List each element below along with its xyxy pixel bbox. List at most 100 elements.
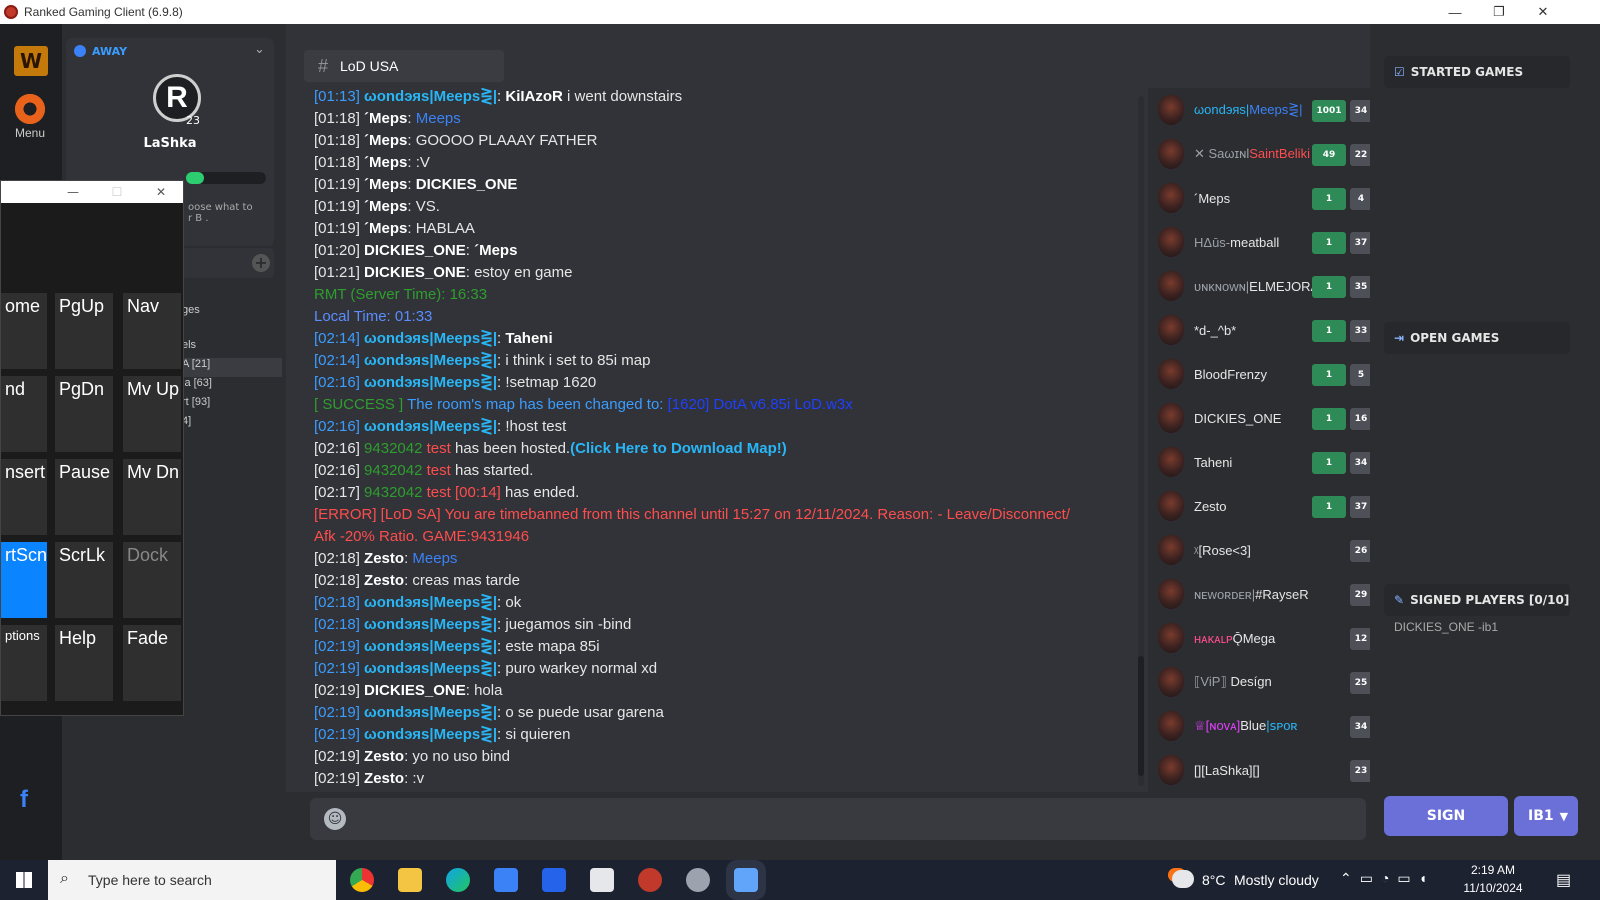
osk-maximize-button[interactable]: ☐: [95, 185, 139, 199]
chat-segment: ωondэяs|Meeps⋛|: [364, 638, 498, 655]
warcraft-icon[interactable]: [686, 868, 710, 892]
mail-icon[interactable]: [542, 868, 566, 892]
chat-segment: The room's map has been changed to:: [407, 396, 668, 413]
user-row[interactable]: *d-_^b* 1 33: [1152, 308, 1370, 352]
scrollbar-thumb[interactable]: [1138, 656, 1144, 776]
region-select[interactable]: IB1 ▼: [1514, 796, 1578, 836]
weather-text[interactable]: Mostly cloudy: [1234, 872, 1319, 888]
osk-key[interactable]: Fade: [123, 625, 181, 701]
menu-label[interactable]: Menu: [0, 126, 60, 140]
warcraft-logo-icon[interactable]: W: [14, 46, 48, 76]
osk-key[interactable]: Help: [55, 625, 113, 701]
sidebar-item[interactable]: A [21]: [182, 358, 282, 377]
user-row[interactable]: ✕ SaωɪɴlSaintBeliki 49 22: [1152, 132, 1370, 176]
osk-key[interactable]: Dock: [123, 542, 181, 618]
user-name-part: DICKIES_ONE: [1194, 410, 1282, 426]
windows-start-icon[interactable]: [16, 872, 32, 888]
window-titlebar: Ranked Gaming Client (6.9.8) — ❐ ✕: [0, 0, 1600, 24]
osk-key[interactable]: PgUp: [55, 293, 113, 369]
signed-players-header[interactable]: ✎ SIGNED PLAYERS [0/10]: [1384, 584, 1570, 616]
chat-segment: ωondэяs|Meeps⋛|: [364, 594, 498, 611]
user-name: ´Meps: [1194, 191, 1319, 206]
started-games-header[interactable]: ☑ STARTED GAMES: [1384, 56, 1570, 88]
osk-key[interactable]: PgDn: [55, 376, 113, 452]
user-row[interactable]: ωondэяs|Meeps⋛| 1001 34: [1152, 88, 1370, 132]
user-row[interactable]: ´Meps 1 4: [1152, 176, 1370, 220]
notification-icon[interactable]: ▤: [1556, 870, 1571, 890]
store-icon[interactable]: [494, 868, 518, 892]
user-row[interactable]: Zesto 1 37: [1152, 484, 1370, 528]
user-row[interactable]: ♕[ɴᴏᴠᴀ]Blue|ꜱᴘᴏʀ 34: [1152, 704, 1370, 748]
user-name-part: ǬMega: [1232, 630, 1276, 646]
user-row[interactable]: Taheni 1 34: [1152, 440, 1370, 484]
osk-key[interactable]: nd: [1, 376, 47, 452]
signed-player-item[interactable]: DICKIES_ONE -ib1: [1394, 620, 1498, 634]
user-level-badge: 22: [1350, 144, 1370, 166]
close-button[interactable]: ✕: [1520, 0, 1566, 24]
osk-key[interactable]: rtScn: [1, 542, 47, 618]
chat-message: [01:21] DICKIES_ONE: estoy en game: [314, 262, 1114, 284]
status-label[interactable]: AWAY: [92, 45, 127, 58]
osk-key[interactable]: Mv Up: [123, 376, 181, 452]
weather-temp[interactable]: 8°C: [1202, 872, 1226, 888]
enter-icon: ⇥: [1394, 331, 1405, 345]
osk-key[interactable]: ptions: [1, 625, 47, 701]
ranked-gaming-icon[interactable]: [638, 868, 662, 892]
osk-key[interactable]: nsert: [1, 459, 47, 535]
user-row[interactable]: ᵡ[Rose<3] 26: [1152, 528, 1370, 572]
osk-key[interactable]: ome: [1, 293, 47, 369]
user-level-badge: 34: [1350, 100, 1370, 122]
sidebar-item[interactable]: ia [63]: [182, 377, 282, 396]
osk-taskbar-icon[interactable]: [734, 868, 758, 892]
edge-icon[interactable]: [446, 868, 470, 892]
chevron-down-icon[interactable]: ⌄: [254, 42, 265, 57]
osk-key[interactable]: ScrLk: [55, 542, 113, 618]
osk-key[interactable]: Mv Dn: [123, 459, 181, 535]
emoji-icon[interactable]: ☺: [324, 808, 346, 830]
user-name-part: ´Meps: [1194, 190, 1231, 206]
osk-key[interactable]: Pause: [55, 459, 113, 535]
chat-segment: ωondэяs|Meeps⋛|: [364, 616, 498, 633]
user-row[interactable]: ʜᴀᴋᴀʟᴘǬMega 12: [1152, 616, 1370, 660]
osk-key[interactable]: Nav: [123, 293, 181, 369]
sidebar-item[interactable]: rt [93]: [182, 396, 282, 415]
user-row[interactable]: DICKIES_ONE 1 16: [1152, 396, 1370, 440]
chat-scrollbar[interactable]: [1138, 96, 1144, 786]
chat-message: [01:19] ´Meps: VS.: [314, 196, 1114, 218]
gear-icon[interactable]: [15, 94, 45, 124]
user-row[interactable]: ⟦ViP⟧ Desígn 25: [1152, 660, 1370, 704]
clock-time[interactable]: 2:19 AM: [1460, 863, 1526, 877]
chrome-icon[interactable]: [350, 868, 374, 892]
user-row[interactable]: HΔūs-meatball 1 37: [1152, 220, 1370, 264]
app-icon[interactable]: [590, 868, 614, 892]
facebook-icon[interactable]: f: [20, 786, 28, 814]
restore-button[interactable]: ❐: [1476, 0, 1522, 24]
chat-log[interactable]: [01:13] ωondэяs|Meeps⋛|: KiIAzoR i went …: [286, 88, 1148, 792]
osk-minimize-button[interactable]: —: [51, 185, 95, 199]
channel-tab[interactable]: # LoD USA: [304, 50, 504, 82]
chat-segment: [02:18]: [314, 616, 365, 633]
level-badge: 23: [186, 114, 200, 127]
user-level-badge: 4: [1350, 188, 1370, 210]
add-channel-button[interactable]: +: [252, 254, 270, 272]
user-row[interactable]: BloodFrenzy 1 5: [1152, 352, 1370, 396]
tray-icons[interactable]: ⌃▭◔▭◖: [1340, 870, 1435, 887]
user-row[interactable]: [][LaShka][] 23: [1152, 748, 1370, 792]
taskbar-search[interactable]: ⌕ Type here to search: [48, 860, 336, 900]
sidebar-item[interactable]: 4]: [182, 415, 282, 434]
osk-close-button[interactable]: ✕: [139, 185, 183, 199]
minimize-button[interactable]: —: [1432, 0, 1478, 24]
user-avatar-icon: [1158, 535, 1184, 565]
open-games-header[interactable]: ⇥ OPEN GAMES: [1384, 322, 1570, 354]
weather-icon: [1172, 870, 1194, 888]
sidebar-item[interactable]: ges: [182, 304, 282, 323]
chat-segment: : :v: [404, 770, 425, 787]
sidebar-item[interactable]: els: [182, 339, 282, 358]
user-name-part: SaintBeliki: [1249, 146, 1310, 161]
file-explorer-icon[interactable]: [398, 868, 422, 892]
message-input[interactable]: ☺: [310, 798, 1366, 840]
user-row[interactable]: ɴᴇᴡᴏʀᴅᴇʀ|#RayseR 29: [1152, 572, 1370, 616]
sign-button[interactable]: SIGN: [1384, 796, 1508, 836]
user-row[interactable]: ᴜɴᴋɴᴏᴡɴ|ELMEJORA 1 35: [1152, 264, 1370, 308]
clock-date[interactable]: 11/10/2024: [1450, 881, 1536, 895]
